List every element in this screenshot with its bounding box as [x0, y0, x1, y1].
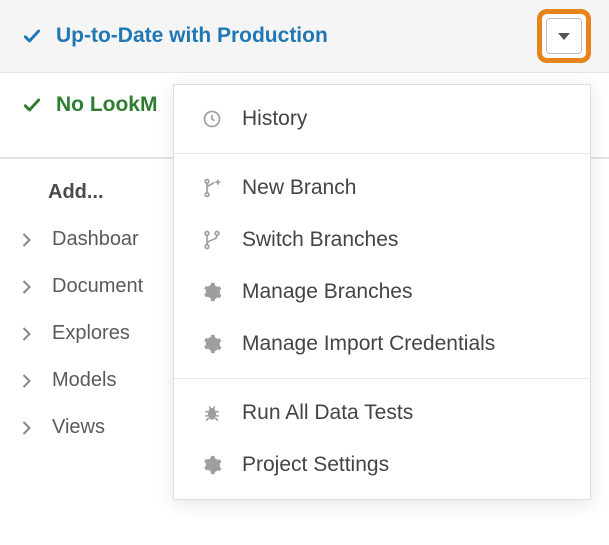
menu-group: New Branch Switch Branches Manage Branch… — [174, 154, 590, 378]
menu-item-label: Project Settings — [242, 453, 389, 477]
clock-icon — [200, 107, 224, 131]
menu-item-label: Run All Data Tests — [242, 401, 413, 425]
chevron-down-icon — [558, 33, 570, 40]
tree-item-label: Models — [52, 369, 116, 392]
branch-new-icon — [200, 176, 224, 200]
bug-icon — [200, 401, 224, 425]
menu-item-history[interactable]: History — [174, 93, 590, 145]
check-icon — [22, 95, 42, 115]
menu-item-label: History — [242, 107, 307, 131]
status-production-label: Up-to-Date with Production — [56, 24, 328, 48]
chevron-right-icon — [18, 326, 34, 342]
chevron-right-icon — [18, 279, 34, 295]
chevron-right-icon — [18, 232, 34, 248]
dropdown-toggle-inner — [546, 18, 582, 54]
branch-icon — [200, 228, 224, 252]
gear-icon — [200, 280, 224, 304]
menu-item-run-all-data-tests[interactable]: Run All Data Tests — [174, 387, 590, 439]
menu-group: History — [174, 85, 590, 153]
menu-item-label: Switch Branches — [242, 228, 398, 252]
tree-item-label: Dashboar — [52, 228, 139, 251]
chevron-right-icon — [18, 373, 34, 389]
gear-icon — [200, 453, 224, 477]
chevron-right-icon — [18, 420, 34, 436]
dropdown-menu: History New Branch Switch Branches Manag… — [173, 84, 591, 500]
menu-item-manage-branches[interactable]: Manage Branches — [174, 266, 590, 318]
status-lookml-label: No LookM — [56, 93, 157, 117]
menu-item-switch-branches[interactable]: Switch Branches — [174, 214, 590, 266]
menu-item-label: Manage Branches — [242, 280, 412, 304]
check-icon — [22, 26, 42, 46]
menu-item-label: Manage Import Credentials — [242, 332, 495, 356]
menu-item-manage-import-credentials[interactable]: Manage Import Credentials — [174, 318, 590, 370]
gear-icon — [200, 332, 224, 356]
menu-group: Run All Data Tests Project Settings — [174, 379, 590, 499]
tree-item-label: Explores — [52, 322, 130, 345]
dropdown-toggle[interactable] — [537, 9, 591, 63]
tree-item-label: Document — [52, 275, 143, 298]
menu-item-label: New Branch — [242, 176, 356, 200]
menu-item-project-settings[interactable]: Project Settings — [174, 439, 590, 491]
status-bar-production: Up-to-Date with Production — [0, 0, 609, 73]
tree-item-label: Views — [52, 416, 105, 439]
menu-item-new-branch[interactable]: New Branch — [174, 162, 590, 214]
